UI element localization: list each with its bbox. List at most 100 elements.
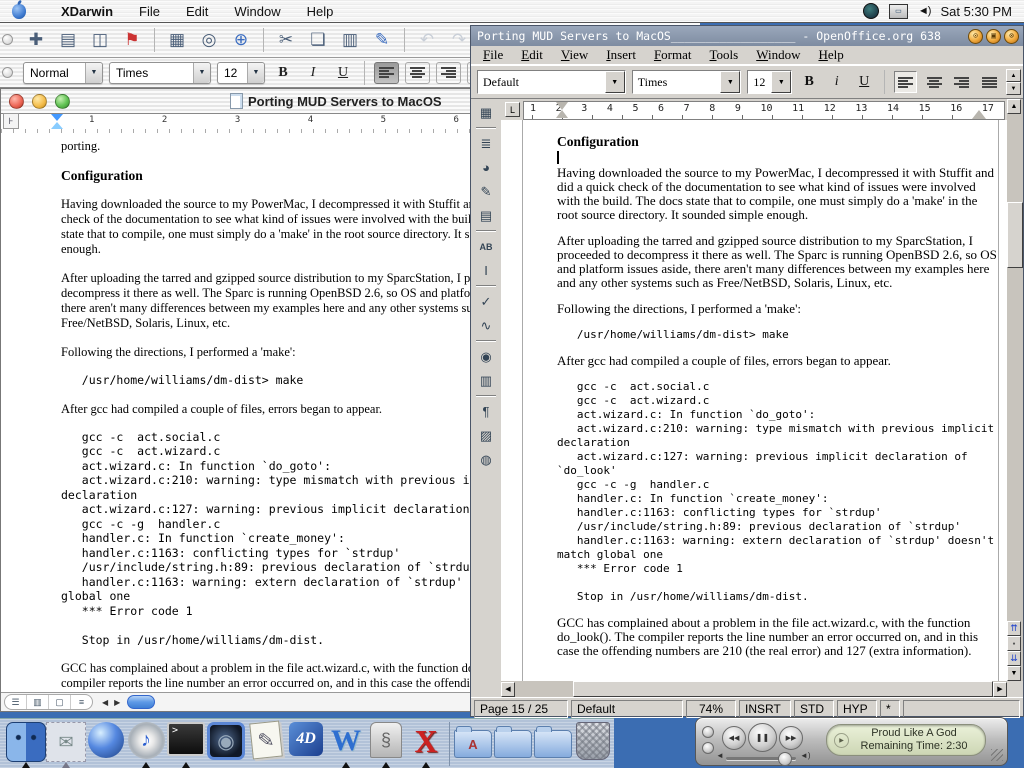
indent-marker[interactable] <box>51 114 63 121</box>
menu-edit[interactable]: Edit <box>173 4 221 19</box>
insert-table-icon[interactable]: ▦ <box>474 101 498 124</box>
player-close-button[interactable] <box>702 726 714 738</box>
dock-item-applications-folder[interactable]: A <box>453 722 493 768</box>
next-page-icon[interactable]: ⇊ <box>1007 651 1021 666</box>
displays-menu-icon[interactable]: ▭ <box>889 4 908 19</box>
word-icon[interactable]: W <box>327 722 365 760</box>
align-center-button[interactable] <box>923 72 945 92</box>
web-icon[interactable]: ⊕ <box>228 27 254 53</box>
menu-tools[interactable]: Tools <box>702 47 747 63</box>
new-document-icon[interactable]: ✚ <box>23 27 49 53</box>
close-button[interactable] <box>9 94 24 109</box>
menu-view[interactable]: View <box>553 47 596 63</box>
redo-icon[interactable]: ↷ <box>446 27 472 53</box>
mail-icon[interactable]: ✉ <box>46 722 86 762</box>
clock-menu-icon[interactable] <box>863 3 879 19</box>
align-right-button[interactable] <box>951 72 973 92</box>
scroll-down-icon[interactable]: ▼ <box>1007 666 1021 681</box>
menu-format[interactable]: Format <box>646 47 700 63</box>
close-button[interactable]: ⊗ <box>1004 29 1019 44</box>
menu-file[interactable]: File <box>475 47 511 63</box>
menu-window[interactable]: Window <box>748 47 808 63</box>
oo-horizontal-scrollbar[interactable]: ◀ ▶ <box>501 681 1007 697</box>
dock-item-finder[interactable] <box>6 722 46 768</box>
xdarwin-icon[interactable]: X <box>407 722 445 760</box>
volume-menu-icon[interactable]: ◄) <box>918 5 931 17</box>
bold-button[interactable]: B <box>798 71 820 93</box>
4d-icon[interactable]: 4D <box>289 722 323 756</box>
left-indent-marker[interactable] <box>556 110 568 118</box>
zoom-button[interactable] <box>55 94 70 109</box>
font-dropdown[interactable]: Times ▼ <box>109 62 211 84</box>
align-left-button[interactable] <box>894 71 918 93</box>
spin-down-icon[interactable]: ▼ <box>1006 82 1021 95</box>
menu-clock[interactable]: Sat 5:30 PM <box>940 4 1012 19</box>
open-icon[interactable]: ▤ <box>55 27 81 53</box>
shade-button[interactable]: ⊙ <box>968 29 983 44</box>
style-dropdown[interactable]: Normal ▼ <box>23 62 103 84</box>
right-indent-marker[interactable] <box>972 110 986 119</box>
scroll-right-icon[interactable]: ▶ <box>111 698 123 707</box>
tab-type-selector[interactable]: L <box>505 102 520 117</box>
scroll-left-icon[interactable]: ◀ <box>501 682 515 697</box>
first-line-indent-marker[interactable] <box>556 102 568 110</box>
menu-insert[interactable]: Insert <box>598 47 644 63</box>
status-hyperlink-mode[interactable]: HYP <box>837 700 877 718</box>
status-insert-mode[interactable]: INSRT <box>739 700 791 718</box>
folder-icon[interactable] <box>534 730 572 758</box>
terminal-icon[interactable]: > <box>167 722 205 756</box>
underline-button[interactable]: U <box>853 71 875 93</box>
dock-item-folder[interactable] <box>533 722 573 768</box>
paragraph-style-dropdown[interactable]: Default ▼ <box>477 70 626 94</box>
align-left-button[interactable] <box>374 62 399 84</box>
next-track-button[interactable]: ▶▶ <box>779 726 803 750</box>
status-page-style[interactable]: Default <box>571 700 683 718</box>
menu-file[interactable]: File <box>126 4 173 19</box>
menu-edit[interactable]: Edit <box>513 47 551 63</box>
view-outline-icon[interactable]: ≡ <box>71 695 92 709</box>
finder-icon[interactable] <box>6 722 46 762</box>
format-brush-icon[interactable]: ✎ <box>369 27 395 53</box>
oo-vertical-scrollbar[interactable]: ▲ ⇈ ● ⇊ ▼ <box>1007 99 1023 681</box>
nonprinting-characters-icon[interactable]: ¶ <box>474 400 498 423</box>
oo-document-content[interactable]: Configuration Having downloaded the sour… <box>501 120 1007 681</box>
direct-cursor-icon[interactable]: I <box>474 259 498 282</box>
autospellcheck-icon[interactable]: ∿ <box>474 314 498 337</box>
browser-globe-icon[interactable] <box>88 722 124 758</box>
undo-icon[interactable]: ↶ <box>414 27 440 53</box>
scroll-left-icon[interactable]: ◀ <box>99 698 111 707</box>
dock-item-script-editor[interactable]: ✎ <box>246 722 286 768</box>
previous-track-button[interactable]: ◀◀ <box>722 726 746 750</box>
scroll-up-icon[interactable]: ▲ <box>1007 99 1021 114</box>
apple-menu-icon[interactable] <box>12 4 26 19</box>
flag-icon[interactable]: ⚑ <box>119 27 145 53</box>
sherlock-icon[interactable]: ◉ <box>207 722 245 760</box>
dock-item-4d[interactable]: 4D <box>286 722 326 768</box>
menu-help[interactable]: Help <box>294 4 347 19</box>
dock-item-itunes[interactable]: ♪ <box>126 722 166 768</box>
align-justify-button[interactable] <box>978 72 1000 92</box>
dock-item-applescript[interactable]: § <box>366 722 406 768</box>
form-functions-icon[interactable]: ▤ <box>474 204 498 227</box>
oo-title-bar[interactable]: Porting MUD Servers to MacOS____________… <box>471 26 1023 46</box>
print-icon[interactable]: ▦ <box>164 27 190 53</box>
menu-window[interactable]: Window <box>221 4 293 19</box>
toolbar-collapse-button[interactable] <box>2 67 13 78</box>
scroll-thumb[interactable] <box>1007 202 1023 268</box>
bold-button[interactable]: B <box>271 62 295 84</box>
align-right-button[interactable] <box>436 62 461 84</box>
applications-folder-icon[interactable]: A <box>454 730 492 758</box>
dock-item-word[interactable]: W <box>326 722 366 768</box>
find-replace-icon[interactable]: ◉ <box>474 345 498 368</box>
data-sources-icon[interactable]: ▥ <box>474 369 498 392</box>
spellcheck-icon[interactable]: ✓ <box>474 290 498 313</box>
graphics-onoff-icon[interactable]: ▨ <box>474 424 498 447</box>
dock-item-terminal[interactable]: > <box>166 722 206 768</box>
insert-object-icon[interactable]: ◕ <box>474 156 498 179</box>
navigation-icon[interactable]: ● <box>1007 636 1021 651</box>
view-single-icon[interactable]: ▢ <box>49 695 71 709</box>
minimize-button[interactable] <box>32 94 47 109</box>
menu-app-name[interactable]: XDarwin <box>48 4 126 19</box>
applescript-icon[interactable]: § <box>370 722 402 758</box>
tab-well-icon[interactable]: ⊦ <box>3 113 19 129</box>
